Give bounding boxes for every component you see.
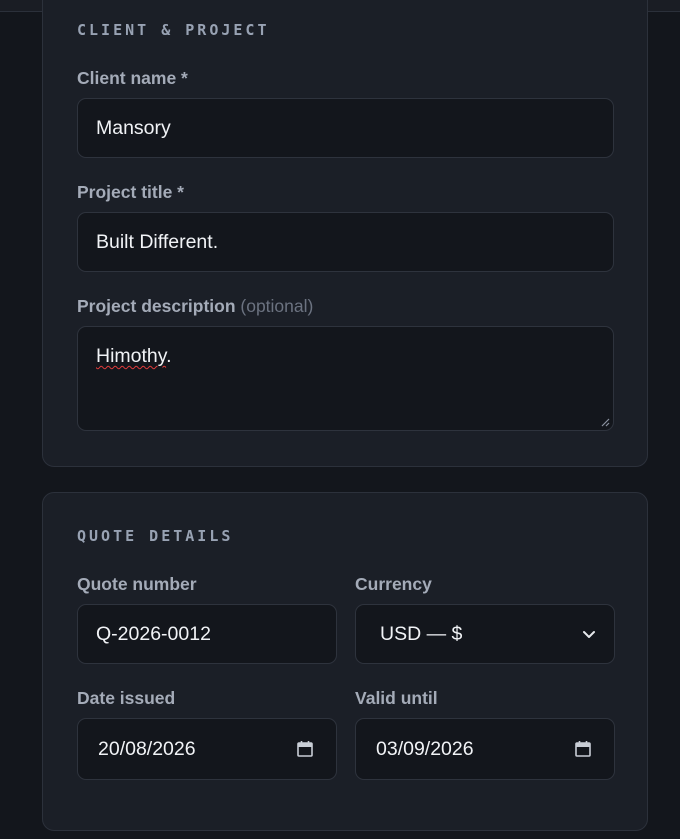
quote-number-label: Quote number <box>77 574 197 594</box>
calendar-icon[interactable] <box>574 740 592 758</box>
date-issued-input[interactable]: 20/08/2026 <box>77 718 337 780</box>
quote-number-input[interactable]: Q-2026-0012 <box>77 604 337 664</box>
project-title-label: Project title * <box>77 182 184 202</box>
chevron-down-icon <box>583 631 595 638</box>
currency-label: Currency <box>355 574 432 594</box>
quote-details-card: QUOTE DETAILS Quote number Q-2026-0012 C… <box>42 492 648 831</box>
client-name-value: Mansory <box>96 116 171 139</box>
valid-until-value: 03/09/2026 <box>376 737 474 760</box>
valid-until-label: Valid until <box>355 688 438 708</box>
client-name-label: Client name * <box>77 68 188 88</box>
project-description-suffix: . <box>166 345 172 367</box>
spellcheck-word: Himothy <box>96 345 167 367</box>
currency-select[interactable]: USD — $ <box>355 604 615 664</box>
currency-value: USD — $ <box>380 622 463 645</box>
project-description-label: Project description (optional) <box>77 296 313 317</box>
client-name-input[interactable]: Mansory <box>77 98 614 158</box>
quote-number-value: Q-2026-0012 <box>96 622 211 645</box>
client-project-card: CLIENT & PROJECT Client name * Mansory P… <box>42 0 648 467</box>
calendar-icon[interactable] <box>296 740 314 758</box>
section-title-quote-details: QUOTE DETAILS <box>77 527 234 545</box>
project-description-label-text: Project description <box>77 296 236 316</box>
resize-grip-icon[interactable] <box>600 417 610 427</box>
project-description-textarea[interactable]: Himothy. <box>77 326 614 431</box>
date-issued-label: Date issued <box>77 688 176 708</box>
date-issued-value: 20/08/2026 <box>98 737 196 760</box>
valid-until-input[interactable]: 03/09/2026 <box>355 718 615 780</box>
project-title-value: Built Different. <box>96 230 219 253</box>
optional-hint: (optional) <box>240 296 314 316</box>
project-description-value: Himothy. <box>96 345 172 368</box>
section-title-client-project: CLIENT & PROJECT <box>77 21 270 39</box>
project-title-input[interactable]: Built Different. <box>77 212 614 272</box>
